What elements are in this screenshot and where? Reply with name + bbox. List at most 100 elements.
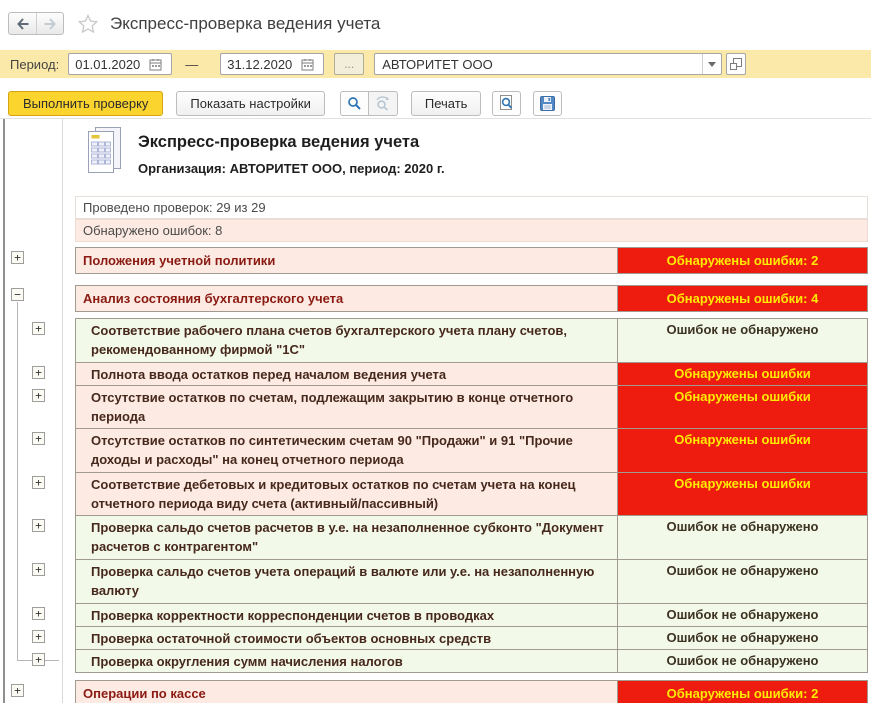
print-preview-button[interactable] — [492, 91, 521, 116]
check-status[interactable]: Ошибок не обнаружено — [618, 604, 868, 627]
forward-arrow-icon — [43, 18, 57, 30]
save-button[interactable] — [533, 91, 562, 116]
print-button[interactable]: Печать — [411, 91, 482, 116]
search-icon — [347, 96, 362, 111]
expand-check-8-button[interactable]: + — [32, 607, 45, 620]
check-name[interactable]: Отсутствие остатков по счетам, подлежащи… — [75, 386, 618, 429]
organization-combobox[interactable]: АВТОРИТЕТ ООО — [374, 53, 722, 75]
dropdown-arrow-button[interactable] — [702, 54, 721, 74]
expand-check-1-button[interactable]: + — [32, 322, 45, 335]
window-header: Экспресс-проверка ведения учета — [0, 0, 871, 47]
check-name[interactable]: Проверка корректности корреспонденции сч… — [75, 604, 618, 627]
check-row: Соответствие дебетовых и кредитовых оста… — [75, 473, 868, 516]
tree-connector-line — [17, 302, 18, 660]
report-document-icon — [86, 127, 124, 180]
checks-table: Соответствие рабочего плана счетов бухга… — [75, 318, 868, 673]
favorite-star-icon[interactable] — [78, 14, 98, 33]
back-button[interactable] — [9, 13, 36, 34]
check-row: Проверка сальдо счетов расчетов в у.е. н… — [75, 516, 868, 560]
report-title: Экспресс-проверка ведения учета — [138, 133, 419, 152]
check-name[interactable]: Проверка округления сумм начисления нало… — [75, 650, 618, 673]
check-name[interactable]: Соответствие рабочего плана счетов бухга… — [75, 319, 618, 363]
period-dash: — — [185, 57, 198, 72]
check-status[interactable]: Ошибок не обнаружено — [618, 560, 868, 604]
section-row-accounting-analysis: Анализ состояния бухгалтерского учета Об… — [75, 285, 868, 312]
period-to-field — [220, 53, 324, 75]
check-row: Отсутствие остатков по счетам, подлежащи… — [75, 386, 868, 429]
chevron-down-icon — [708, 62, 716, 67]
check-row: Проверка корректности корреспонденции сч… — [75, 604, 868, 627]
stat-errors-found: Обнаружено ошибок: 8 — [75, 219, 868, 242]
check-status[interactable]: Ошибок не обнаружено — [618, 627, 868, 650]
history-nav — [8, 12, 64, 35]
calendar-button-to[interactable] — [297, 54, 317, 74]
app-window: Экспресс-проверка ведения учета Период: … — [0, 0, 871, 703]
stat-checks-performed: Проведено проверок: 29 из 29 — [75, 196, 868, 219]
back-arrow-icon — [16, 18, 30, 30]
check-row: Проверка остаточной стоимости объектов о… — [75, 627, 868, 650]
run-check-button[interactable]: Выполнить проверку — [8, 91, 163, 116]
section-name[interactable]: Анализ состояния бухгалтерского учета — [75, 285, 618, 312]
page-title: Экспресс-проверка ведения учета — [110, 14, 380, 34]
period-from-field — [68, 53, 172, 75]
show-settings-button[interactable]: Показать настройки — [176, 91, 324, 116]
find-button[interactable] — [340, 91, 369, 116]
section-row-accounting-policy: Положения учетной политики Обнаружены ош… — [75, 247, 868, 274]
check-name[interactable]: Полнота ввода остатков перед началом вед… — [75, 363, 618, 386]
section-status-badge[interactable]: Обнаружены ошибки: 4 — [618, 285, 868, 312]
collapse-section-2-button[interactable]: − — [11, 288, 24, 301]
period-more-button[interactable]: ... — [334, 53, 364, 75]
expand-check-6-button[interactable]: + — [32, 519, 45, 532]
expand-section-1-button[interactable]: + — [11, 251, 24, 264]
organization-value: АВТОРИТЕТ ООО — [375, 57, 492, 72]
find-next-button[interactable] — [369, 91, 398, 116]
tree-gutter-divider — [62, 119, 63, 703]
print-preview-icon — [499, 95, 514, 111]
expand-check-2-button[interactable]: + — [32, 366, 45, 379]
check-status[interactable]: Обнаружены ошибки — [618, 429, 868, 473]
check-status[interactable]: Обнаружены ошибки — [618, 363, 868, 386]
expand-check-3-button[interactable]: + — [32, 389, 45, 402]
calendar-icon — [149, 58, 162, 71]
section-status-badge[interactable]: Обнаружены ошибки: 2 — [618, 680, 868, 703]
report-subtitle: Организация: АВТОРИТЕТ ООО, период: 2020… — [138, 161, 445, 176]
expand-section-3-button[interactable]: + — [11, 684, 24, 697]
search-button-group — [340, 91, 398, 116]
check-status[interactable]: Обнаружены ошибки — [618, 386, 868, 429]
check-name[interactable]: Отсутствие остатков по синтетическим сче… — [75, 429, 618, 473]
period-from-input[interactable] — [69, 57, 145, 72]
period-toolbar: Период: — ... АВТОРИТЕТ ООО — [0, 50, 871, 78]
open-link-icon — [730, 58, 742, 70]
check-status[interactable]: Ошибок не обнаружено — [618, 319, 868, 363]
calendar-icon — [301, 58, 314, 71]
check-row: Проверка округления сумм начисления нало… — [75, 650, 868, 673]
check-name[interactable]: Соответствие дебетовых и кредитовых оста… — [75, 473, 618, 516]
expand-check-4-button[interactable]: + — [32, 432, 45, 445]
check-name[interactable]: Проверка остаточной стоимости объектов о… — [75, 627, 618, 650]
expand-check-10-button[interactable]: + — [32, 653, 45, 666]
expand-check-9-button[interactable]: + — [32, 630, 45, 643]
organization-open-button[interactable] — [726, 53, 746, 75]
check-name[interactable]: Проверка сальдо счетов расчетов в у.е. н… — [75, 516, 618, 560]
check-row: Соответствие рабочего плана счетов бухга… — [75, 319, 868, 363]
save-icon — [540, 96, 555, 111]
check-row: Проверка сальдо счетов учета операций в … — [75, 560, 868, 604]
check-row: Полнота ввода остатков перед началом вед… — [75, 363, 868, 386]
calendar-button-from[interactable] — [145, 54, 165, 74]
period-to-input[interactable] — [221, 57, 297, 72]
check-row: Отсутствие остатков по синтетическим сче… — [75, 429, 868, 473]
check-name[interactable]: Проверка сальдо счетов учета операций в … — [75, 560, 618, 604]
section-name[interactable]: Положения учетной политики — [75, 247, 618, 274]
expand-check-7-button[interactable]: + — [32, 563, 45, 576]
check-status[interactable]: Ошибок не обнаружено — [618, 516, 868, 560]
report-left-border — [3, 119, 5, 703]
expand-check-5-button[interactable]: + — [32, 476, 45, 489]
section-row-cash-operations: Операции по кассе Обнаружены ошибки: 2 — [75, 680, 868, 703]
check-status[interactable]: Обнаружены ошибки — [618, 473, 868, 516]
section-name[interactable]: Операции по кассе — [75, 680, 618, 703]
period-label: Период: — [10, 57, 59, 72]
forward-button[interactable] — [36, 13, 63, 34]
report-viewport: + − + + + + + + + + + + + Экспресс-прове… — [0, 118, 871, 703]
check-status[interactable]: Ошибок не обнаружено — [618, 650, 868, 673]
section-status-badge[interactable]: Обнаружены ошибки: 2 — [618, 247, 868, 274]
